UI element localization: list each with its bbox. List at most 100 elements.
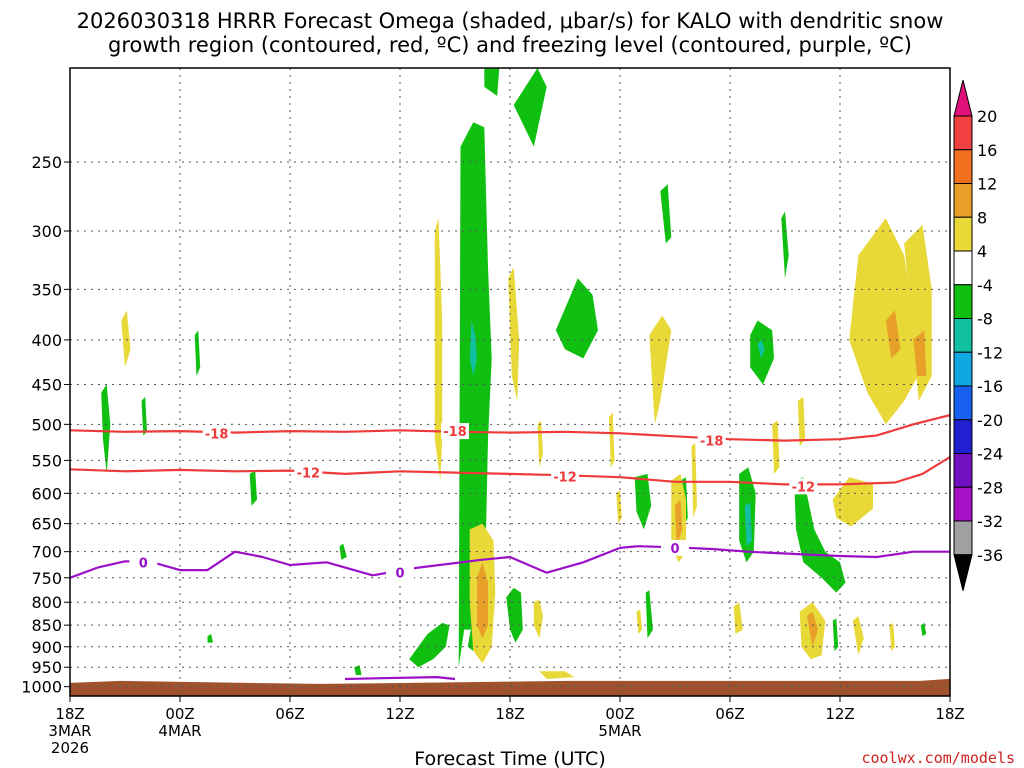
colorbar-label: 20 — [977, 107, 997, 126]
x-tick-label: 06Z — [715, 705, 744, 723]
colorbar-segment — [953, 520, 973, 556]
freezing-level-contour-line — [344, 676, 456, 681]
omega-shade-region — [733, 602, 743, 634]
x-tick-label: 5MAR — [598, 722, 641, 740]
y-tick-label: 500 — [31, 415, 62, 434]
ground-layer — [70, 678, 950, 696]
colorbar-label: 16 — [977, 141, 997, 160]
contour-label: -18 — [443, 425, 467, 440]
colorbar-label: -32 — [977, 512, 1003, 531]
colorbar-label: 8 — [977, 208, 987, 227]
ground-terrain — [70, 678, 950, 696]
omega-shade-region — [121, 310, 131, 368]
contour-label: -12 — [297, 467, 321, 482]
colorbar-segment — [953, 318, 973, 353]
omega-shade-region — [616, 490, 622, 524]
y-tick-label: 350 — [31, 280, 62, 299]
x-tick-label: 00Z — [165, 705, 194, 723]
colorbar-label: -16 — [977, 377, 1003, 396]
omega-shade-region — [194, 330, 201, 376]
colorbar-label: -12 — [977, 343, 1003, 362]
omega-shade-region — [533, 599, 543, 639]
omega-shade-region — [434, 218, 443, 481]
omega-shade-region — [207, 634, 213, 643]
colorbar-legend: 20 16 12 8 4 -4 -8 -12 -16 -20 -24 -28 -32 -36 — [953, 79, 1003, 591]
omega-shade-region — [660, 184, 672, 244]
y-tick-label: 850 — [31, 616, 62, 635]
contour-label: -18 — [205, 427, 229, 442]
omega-shade-region — [609, 412, 615, 468]
y-tick-label: 800 — [31, 593, 62, 612]
colorbar-label: -8 — [977, 310, 993, 329]
colorbar-segment — [953, 250, 973, 286]
colorbar-segment — [953, 351, 973, 387]
colorbar-bottom-arrow — [953, 554, 973, 591]
y-tick-label: 300 — [31, 222, 62, 241]
x-axis-label: Forecast Time (UTC) — [414, 748, 605, 768]
colorbar-segment — [953, 216, 973, 252]
contour-label: -18 — [700, 435, 724, 450]
contour-label: -12 — [792, 480, 816, 495]
y-tick-label: 250 — [31, 153, 62, 172]
colorbar-top-arrow — [953, 79, 973, 117]
colorbar-label: -20 — [977, 411, 1003, 430]
x-tick-label: 18Z — [935, 705, 964, 723]
omega-shade-region — [409, 622, 450, 668]
y-tick-label: 400 — [31, 331, 62, 350]
colorbar-segment — [953, 284, 973, 319]
x-tick-label: 00Z — [605, 705, 634, 723]
x-tick-label: 12Z — [825, 705, 854, 723]
y-tick-label: 550 — [31, 451, 62, 470]
omega-time-height-chart: 2026030318 HRRR Forecast Omega (shaded, … — [21, 9, 1015, 768]
omega-shade-region — [797, 396, 806, 447]
contour-label: -12 — [553, 471, 577, 486]
omega-shade-region — [141, 396, 147, 436]
omega-shade-region — [513, 68, 547, 147]
y-tick-label: 1000 — [21, 678, 62, 697]
omega-shade-region — [506, 587, 523, 643]
y-tick-label: 750 — [31, 569, 62, 588]
y-tick-label: 700 — [31, 543, 62, 562]
colorbar-label: 4 — [977, 242, 987, 261]
x-tick-label: 18Z — [55, 705, 84, 723]
omega-shade-region — [691, 442, 697, 518]
y-tick-label: 450 — [31, 375, 62, 394]
colorbar-label: -36 — [977, 546, 1003, 565]
omega-shade-region — [832, 618, 839, 651]
y-tick-label: 950 — [31, 658, 62, 677]
contour-label: 0 — [670, 542, 679, 557]
omega-shade-region — [555, 278, 598, 359]
colorbar-segment — [953, 486, 973, 522]
chart-title-line2: growth region (contoured, red, ºC) and f… — [108, 33, 912, 57]
omega-shade-region — [781, 211, 789, 279]
omega-shade-region — [649, 315, 672, 425]
chart-title-line1: 2026030318 HRRR Forecast Omega (shaded, … — [77, 9, 944, 33]
x-tick-label: 3MAR — [48, 722, 91, 740]
x-tick-label: 12Z — [385, 705, 414, 723]
x-tick-label: 4MAR — [158, 722, 201, 740]
contour-label: 0 — [395, 567, 404, 582]
credit-text: coolwx.com/models — [861, 749, 1015, 767]
omega-shade-region — [852, 616, 864, 656]
colorbar-segment — [953, 149, 973, 184]
y-tick-label: 650 — [31, 515, 62, 534]
colorbar-label: 12 — [977, 175, 997, 194]
colorbar-label: -28 — [977, 478, 1003, 497]
colorbar-segment — [953, 385, 973, 421]
colorbar-label: -4 — [977, 276, 993, 295]
colorbar-segment — [953, 419, 973, 454]
omega-shade-region — [354, 665, 362, 676]
y-tick-label: 900 — [31, 638, 62, 657]
colorbar-segment — [953, 183, 973, 218]
contour-label: 0 — [139, 556, 148, 571]
colorbar-segment — [953, 453, 973, 488]
omega-shade-region — [539, 671, 575, 679]
omega-shade-region — [249, 470, 257, 506]
omega-shading-layer — [101, 68, 932, 679]
x-tick-label: 18Z — [495, 705, 524, 723]
omega-shade-region — [645, 590, 653, 639]
colorbar-segment — [953, 115, 973, 151]
y-axis-ticks: 250 300 350 400 450 500 550 600 650 700 750 800 850 9… — [21, 153, 70, 697]
omega-shade-region — [772, 420, 780, 474]
x-tick-label: 2026 — [51, 739, 89, 757]
